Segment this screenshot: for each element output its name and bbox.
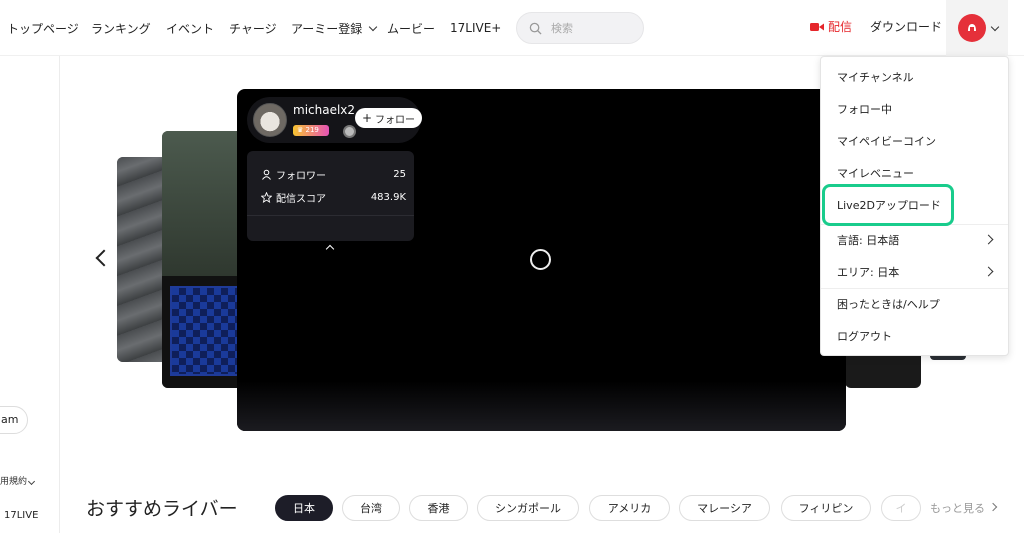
filter-chip-japan[interactable]: 日本: [275, 495, 333, 521]
menu-item-label[interactable]: マイチャンネル: [837, 69, 914, 85]
nav-movie-label[interactable]: ムービー: [387, 20, 435, 37]
filter-chip-malaysia[interactable]: マレーシア: [679, 495, 770, 521]
streamer-name[interactable]: michaelx2: [293, 103, 355, 117]
nav-army-label[interactable]: アーミー登録: [291, 20, 362, 37]
menu-item-label[interactable]: エリア: 日本: [837, 264, 899, 280]
follow-button-label[interactable]: フォロー: [375, 111, 415, 126]
menu-item-label[interactable]: 言語: 日本語: [837, 232, 899, 248]
nav-army[interactable]: アーミー登録: [291, 0, 378, 56]
highlight-box: [822, 184, 954, 226]
menu-item-language[interactable]: 言語: 日本語: [821, 224, 1008, 256]
stat-label: 配信スコア: [276, 193, 326, 205]
search-input[interactable]: [551, 20, 635, 36]
person-icon: [262, 169, 271, 180]
stat-score: 配信スコア 483.9K: [261, 189, 406, 205]
rank-badge-icon: [343, 125, 356, 138]
level-value: 219: [305, 126, 319, 134]
menu-item-label[interactable]: 困ったときは/ヘルプ: [837, 296, 940, 312]
account-menu-toggle[interactable]: [946, 0, 1008, 56]
video-camera-icon: [810, 22, 824, 31]
nav-event-label[interactable]: イベント: [166, 20, 214, 37]
card-thumbnail: [162, 131, 248, 276]
nav-top-page[interactable]: トップページ: [7, 0, 79, 56]
nav-17live-plus[interactable]: 17LIVE+: [450, 0, 501, 56]
menu-item-my-channel[interactable]: マイチャンネル: [821, 61, 1008, 93]
menu-item-label[interactable]: ログアウト: [837, 328, 892, 344]
carousel-card-back[interactable]: [162, 131, 248, 388]
live-button[interactable]: 配信: [810, 18, 852, 35]
carousel-prev-icon[interactable]: [95, 249, 113, 267]
loading-spinner-icon: [530, 249, 551, 270]
chevron-down-icon: [27, 477, 36, 486]
follow-button[interactable]: + フォロー: [355, 108, 422, 128]
menu-item-label[interactable]: マイレベニュー: [837, 165, 914, 181]
user-avatar-icon: [968, 24, 976, 31]
filter-chip-hongkong[interactable]: 香港: [409, 495, 468, 521]
menu-item-help[interactable]: 困ったときは/ヘルプ: [821, 288, 1008, 320]
search-icon: [529, 22, 542, 35]
chevron-right-icon: [983, 266, 994, 277]
player-fade: [237, 381, 846, 431]
top-header: トップページ ランキング イベント チャージ アーミー登録 ムービー 17LIV…: [0, 0, 1024, 56]
nav-charge[interactable]: チャージ: [229, 0, 277, 56]
menu-item-label[interactable]: フォロー中: [837, 101, 892, 117]
live-button-label[interactable]: 配信: [828, 18, 852, 35]
nav-ranking[interactable]: ランキング: [91, 0, 151, 56]
search-box[interactable]: [516, 12, 644, 44]
filter-chip-taiwan[interactable]: 台湾: [342, 495, 400, 521]
nav-event[interactable]: イベント: [166, 0, 214, 56]
divider: [247, 215, 414, 216]
streamer-stats-panel: フォロワー 25 配信スコア 483.9K: [247, 151, 414, 241]
stat-label: フォロワー: [276, 170, 326, 182]
menu-item-baby-coins[interactable]: マイペイビーコイン: [821, 125, 1008, 157]
streamer-avatar[interactable]: [253, 103, 287, 137]
section-title: おすすめライバー: [86, 498, 238, 520]
streamer-info[interactable]: michaelx2 ♛ 219 + フォロー: [247, 97, 422, 143]
filter-chip-usa[interactable]: アメリカ: [589, 495, 670, 521]
download-link[interactable]: ダウンロード: [870, 18, 942, 35]
menu-item-following[interactable]: フォロー中: [821, 93, 1008, 125]
sidebar-pill[interactable]: am: [0, 406, 28, 434]
menu-item-logout[interactable]: ログアウト: [821, 320, 1008, 352]
level-badge: ♛ 219: [293, 125, 329, 136]
plus-icon: +: [361, 111, 373, 125]
chevron-right-icon: [983, 234, 994, 245]
card-thumbnail-pattern: [170, 286, 240, 376]
sidebar-brand: 17LIVE: [4, 510, 39, 521]
chevron-down-icon: [369, 22, 378, 31]
filter-chip-singapore[interactable]: シンガポール: [477, 495, 579, 521]
nav-top-page-label[interactable]: トップページ: [7, 20, 79, 37]
chevron-down-icon: [990, 22, 1000, 32]
nav-movie[interactable]: ムービー: [387, 0, 435, 56]
chevron-right-icon: [988, 502, 998, 512]
stat-followers: フォロワー 25: [261, 166, 406, 182]
sidebar-terms-link[interactable]: 用規約: [0, 474, 27, 487]
stat-value: 483.9K: [370, 191, 406, 203]
menu-item-area[interactable]: エリア: 日本: [821, 256, 1008, 288]
nav-ranking-label[interactable]: ランキング: [91, 20, 151, 37]
sidebar-divider: [59, 56, 60, 533]
avatar[interactable]: [958, 14, 986, 42]
filter-chip-philippines[interactable]: フィリピン: [781, 495, 871, 521]
live-stream-player[interactable]: michaelx2 ♛ 219 + フォロー フォロワー 25 配信スコア 48…: [237, 89, 846, 431]
see-more-link[interactable]: もっと見る: [930, 500, 985, 516]
chevron-up-icon[interactable]: [325, 244, 335, 254]
menu-item-label[interactable]: マイペイビーコイン: [837, 133, 936, 149]
star-icon: [261, 191, 272, 203]
nav-17live-plus-label[interactable]: 17LIVE+: [450, 21, 501, 35]
nav-charge-label[interactable]: チャージ: [229, 20, 277, 37]
filter-chip-more[interactable]: イ: [881, 495, 921, 521]
stat-value: 25: [393, 168, 406, 180]
